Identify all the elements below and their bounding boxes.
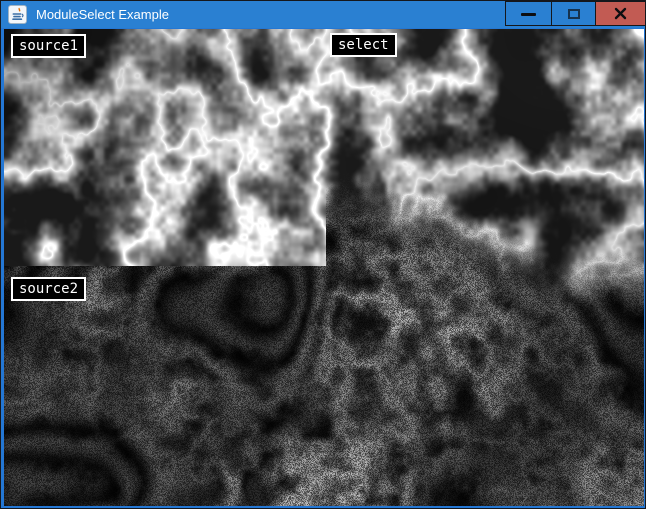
select-label: select xyxy=(330,33,397,57)
close-button[interactable] xyxy=(595,1,646,26)
titlebar[interactable]: ModuleSelect Example xyxy=(1,1,645,28)
window-title: ModuleSelect Example xyxy=(36,7,169,23)
maximize-button[interactable] xyxy=(551,1,596,26)
close-x-icon xyxy=(614,7,627,20)
maximize-square-icon xyxy=(568,9,580,19)
source1-label: source1 xyxy=(11,34,86,58)
minimize-button[interactable] xyxy=(505,1,552,26)
java-coffee-cup-icon xyxy=(8,5,27,24)
app-window: ModuleSelect Example source1 select sour… xyxy=(0,0,646,509)
minimize-dash-icon xyxy=(521,13,536,16)
noise-render-canvas xyxy=(4,29,644,506)
source2-label: source2 xyxy=(11,277,86,301)
